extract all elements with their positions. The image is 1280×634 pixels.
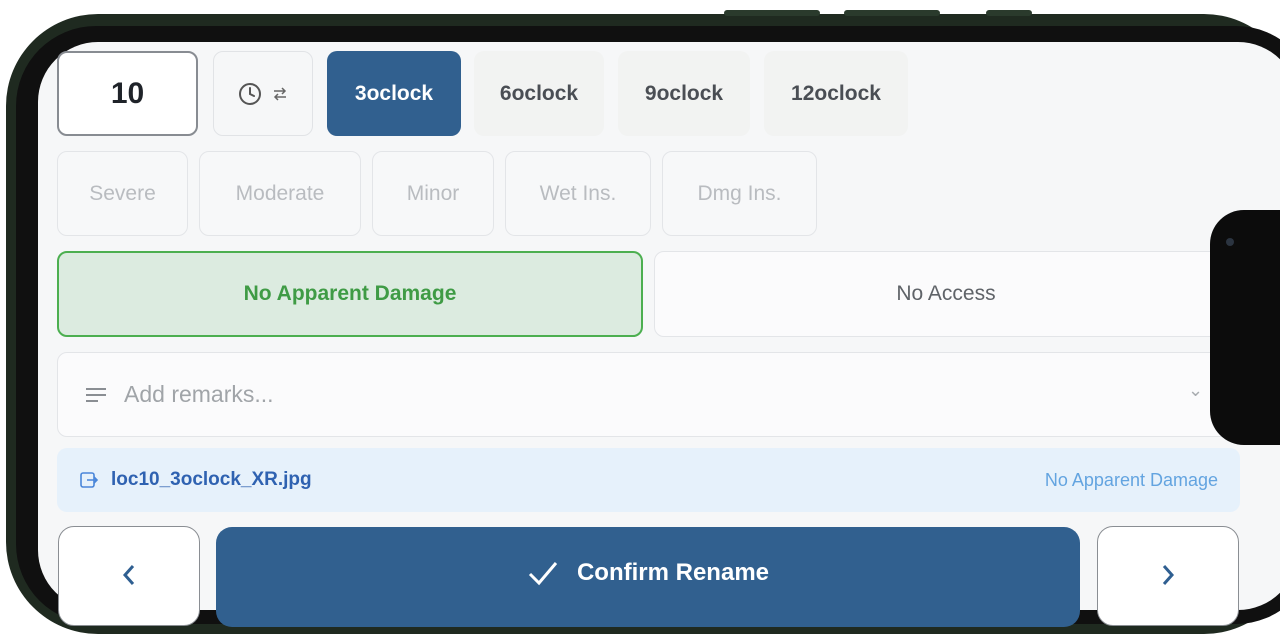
remarks-field[interactable]: Add remarks... bbox=[57, 352, 1257, 437]
no-access-button[interactable]: No Access bbox=[654, 251, 1254, 337]
no-apparent-damage-button[interactable]: No Apparent Damage bbox=[57, 251, 643, 337]
checkmark-icon bbox=[528, 562, 558, 586]
remarks-placeholder: Add remarks... bbox=[124, 381, 274, 407]
file-status: No Apparent Damage bbox=[1044, 469, 1218, 490]
file-info-bar: loc10_3oclock_XR.jpg No Apparent Damage bbox=[57, 448, 1240, 512]
camera-icon bbox=[1226, 238, 1234, 246]
tab-12oclock[interactable]: 12oclock bbox=[764, 51, 908, 136]
confirm-rename-label: Confirm Rename bbox=[576, 559, 770, 586]
location-number[interactable]: 10 bbox=[57, 51, 198, 136]
next-button[interactable] bbox=[1097, 526, 1239, 626]
file-name: loc10_3oclock_XR.jpg bbox=[111, 469, 312, 490]
tab-9oclock[interactable]: 9oclock bbox=[618, 51, 750, 136]
rotate-clock-button[interactable] bbox=[213, 51, 313, 136]
chevron-left-icon bbox=[122, 565, 135, 585]
app-content: 10 3oclock 6oclock 9oclock 12oclock Seve… bbox=[0, 0, 1280, 633]
confirm-rename-button[interactable]: Confirm Rename bbox=[216, 527, 1080, 627]
previous-button[interactable] bbox=[58, 526, 200, 626]
phone-notch bbox=[1210, 210, 1280, 445]
severity-wet-ins-button[interactable]: Wet Ins. bbox=[505, 151, 651, 236]
file-export-icon bbox=[80, 472, 99, 488]
severity-minor-button[interactable]: Minor bbox=[372, 151, 494, 236]
notes-icon bbox=[86, 387, 106, 402]
chevron-down-icon[interactable]: ⌄ bbox=[1188, 380, 1203, 401]
clock-icon bbox=[239, 82, 261, 105]
severity-severe-button[interactable]: Severe bbox=[57, 151, 188, 236]
chevron-right-icon bbox=[1162, 565, 1175, 585]
swap-arrows-icon bbox=[273, 86, 287, 101]
severity-moderate-button[interactable]: Moderate bbox=[199, 151, 361, 236]
tab-6oclock[interactable]: 6oclock bbox=[474, 51, 604, 136]
tab-3oclock[interactable]: 3oclock bbox=[327, 51, 461, 136]
severity-dmg-ins-button[interactable]: Dmg Ins. bbox=[662, 151, 817, 236]
